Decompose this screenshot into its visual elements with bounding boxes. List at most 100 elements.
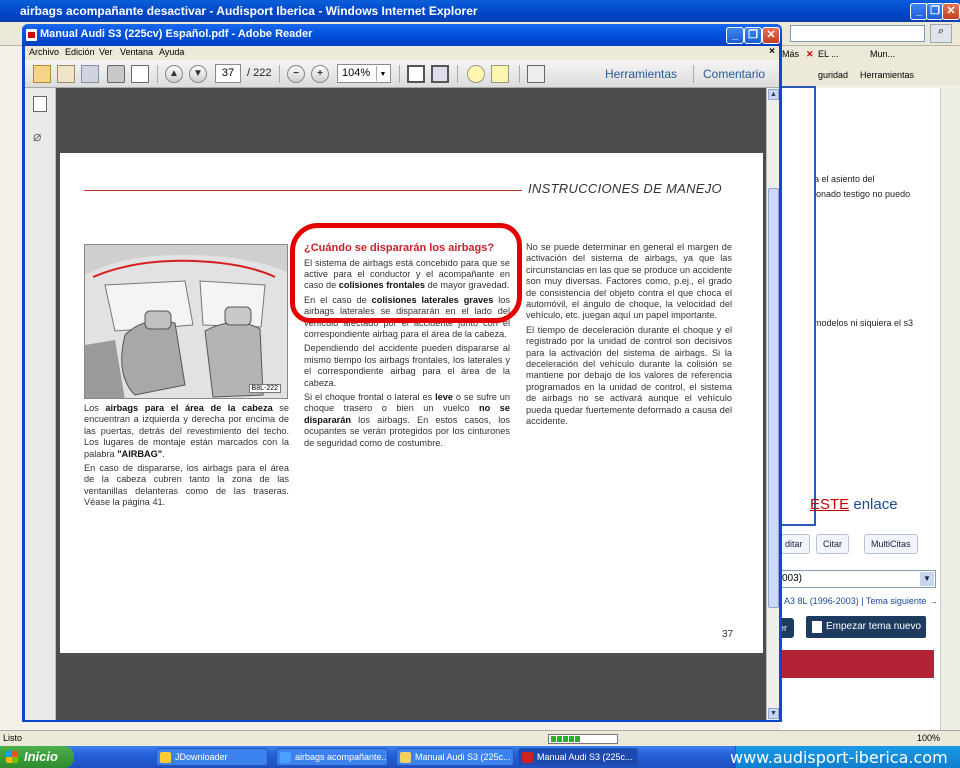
menu-ventana[interactable]: Ventana <box>120 47 153 57</box>
zoom-in-icon[interactable]: + <box>311 65 329 83</box>
ie-scrollbar[interactable] <box>940 88 960 730</box>
pdf-icon <box>26 29 37 41</box>
section-header: INSTRUCCIONES DE MANEJO <box>528 181 722 196</box>
post-text: modelos ni siquiera el s3 <box>814 318 914 328</box>
search-input[interactable] <box>790 25 925 42</box>
attachment-icon[interactable]: ⌀ <box>33 128 41 145</box>
task-reader-manual[interactable]: Manual Audi S3 (225c... <box>518 748 638 766</box>
reader-sidepanel: ⌀ <box>25 88 56 720</box>
paragraph: Dependiendo del accidente pueden dispara… <box>304 343 510 388</box>
task-ie-airbags[interactable]: airbags acompañante... <box>276 748 388 766</box>
link-mun[interactable]: Mun... <box>870 49 895 59</box>
new-topic-icon <box>812 621 822 633</box>
ie-title: airbags acompañante desactivar - Audispo… <box>20 4 478 18</box>
red-annotation-circle <box>290 223 522 323</box>
model-select[interactable]: 003) ▼ <box>778 570 936 588</box>
este-link[interactable]: ESTE <box>810 496 849 513</box>
scroll-thumb[interactable] <box>768 188 779 608</box>
post-text: ionado testigo no puedo <box>814 189 911 199</box>
close-document-icon[interactable]: × <box>769 46 775 57</box>
create-pdf-icon[interactable] <box>33 65 51 83</box>
search-icon[interactable]: ⌕ <box>930 24 952 43</box>
herramientas-button[interactable]: Herramientas <box>605 67 677 81</box>
fit-width-icon[interactable] <box>431 65 449 83</box>
editar-button[interactable]: ditar <box>778 534 810 554</box>
reader-title: Manual Audi S3 (225cv) Español.pdf - Ado… <box>40 28 313 40</box>
fit-page-icon[interactable] <box>407 65 425 83</box>
progress-bar <box>548 734 618 744</box>
status-text: Listo <box>3 733 23 743</box>
car-interior-illustration <box>85 245 287 398</box>
header-rule <box>84 190 522 191</box>
close-icon[interactable]: ✕ <box>942 3 960 20</box>
car-interior-image: B8L-222 <box>84 244 288 399</box>
open-icon[interactable] <box>57 65 75 83</box>
post-text: a el asiento del <box>814 174 875 184</box>
menu-herramientas[interactable]: Herramientas <box>860 70 914 80</box>
scroll-up-icon[interactable]: ▲ <box>768 89 779 100</box>
task-jdownloader[interactable]: JDownloader <box>156 748 268 766</box>
zoom-value: 104% <box>342 67 371 79</box>
fullscreen-icon[interactable] <box>527 65 545 83</box>
menu-edicion[interactable]: Edición <box>65 47 95 57</box>
este-enlace-link[interactable]: ESTE enlace <box>810 496 898 513</box>
page-number-input[interactable]: 37 <box>215 64 241 83</box>
maximize-icon[interactable]: ❐ <box>744 27 762 44</box>
text-column-1: Los airbags para el área de la cabeza se… <box>84 403 289 512</box>
ie-statusbar: Listo 100% <box>0 730 960 746</box>
reader-scrollbar[interactable]: ▲ ▼ <box>766 88 779 720</box>
previous-page-icon[interactable]: ▲ <box>165 65 183 83</box>
task-folder-manual[interactable]: Manual Audi S3 (225c... <box>396 748 514 766</box>
link-el[interactable]: EL ... <box>818 49 839 59</box>
watermark: www.audisport-iberica.com <box>730 748 948 767</box>
close-icon[interactable]: ✕ <box>762 27 780 44</box>
reader-menubar: Archivo Edición Ver Ventana Ayuda × <box>25 46 779 60</box>
x-icon: ✕ <box>806 49 814 59</box>
breadcrumb[interactable]: i A3 8L (1996-2003) | Tema siguiente → <box>780 596 938 606</box>
link-mas[interactable]: Más <box>782 49 799 59</box>
chevron-down-icon[interactable]: ▼ <box>376 66 389 81</box>
empezar-label: Empezar tema nuevo <box>826 621 922 632</box>
chevron-down-icon[interactable]: ▼ <box>920 572 934 586</box>
print-icon[interactable] <box>107 65 125 83</box>
zoom-out-icon[interactable]: − <box>287 65 305 83</box>
scroll-down-icon[interactable]: ▼ <box>768 708 779 719</box>
citar-button[interactable]: Citar <box>816 534 850 554</box>
email-icon[interactable] <box>131 65 149 83</box>
paragraph: No se puede determinar en general el mar… <box>526 242 732 321</box>
ie-titlebar: airbags acompañante desactivar - Audispo… <box>0 0 960 22</box>
enlace-text: enlace <box>853 496 898 513</box>
start-label: Inicio <box>24 749 58 764</box>
page-total: / 222 <box>247 67 272 79</box>
select-value: 003) <box>782 573 803 584</box>
zoom-select[interactable]: 104% ▼ <box>337 64 391 83</box>
paragraph: Los airbags para el área de la cabeza se… <box>84 403 290 459</box>
menu-seguridad[interactable]: guridad <box>818 70 848 80</box>
start-button[interactable]: Inicio <box>0 746 74 768</box>
page-number: 37 <box>722 629 734 640</box>
paragraph: En caso de dispararse, los airbags para … <box>84 463 289 508</box>
ie-links-bar: Más ✕ EL ... Mun... guridad Herramientas <box>780 46 960 86</box>
comentario-button[interactable]: Comentario <box>703 67 765 81</box>
popup-window <box>780 86 816 526</box>
multicitas-button[interactable]: MultiCitas <box>864 534 918 554</box>
menu-archivo[interactable]: Archivo <box>29 47 59 57</box>
reader-toolbar: ▲ ▼ 37 / 222 − + 104% ▼ Herramientas Come… <box>25 60 779 88</box>
windows-logo-icon <box>6 751 18 763</box>
menu-ver[interactable]: Ver <box>99 47 113 57</box>
minimize-icon[interactable]: _ <box>726 27 744 44</box>
highlight-icon[interactable] <box>491 65 509 83</box>
forum-red-bar <box>778 650 934 678</box>
save-icon[interactable] <box>81 65 99 83</box>
text-column-3: No se puede determinar en general el mar… <box>526 242 732 431</box>
comment-icon[interactable] <box>467 65 485 83</box>
zoom-level[interactable]: 100% <box>917 733 940 743</box>
figure-label: B8L-222 <box>248 384 281 393</box>
empezar-tema-button[interactable]: Empezar tema nuevo <box>806 616 926 638</box>
next-page-icon[interactable]: ▼ <box>189 65 207 83</box>
menu-ayuda[interactable]: Ayuda <box>159 47 184 57</box>
reader-titlebar: Manual Audi S3 (225cv) Español.pdf - Ado… <box>22 24 782 46</box>
paragraph: Si el choque frontal o lateral es leve o… <box>304 391 510 448</box>
pages-icon[interactable] <box>33 96 47 112</box>
paragraph: El tiempo de deceleración durante el cho… <box>526 324 732 427</box>
